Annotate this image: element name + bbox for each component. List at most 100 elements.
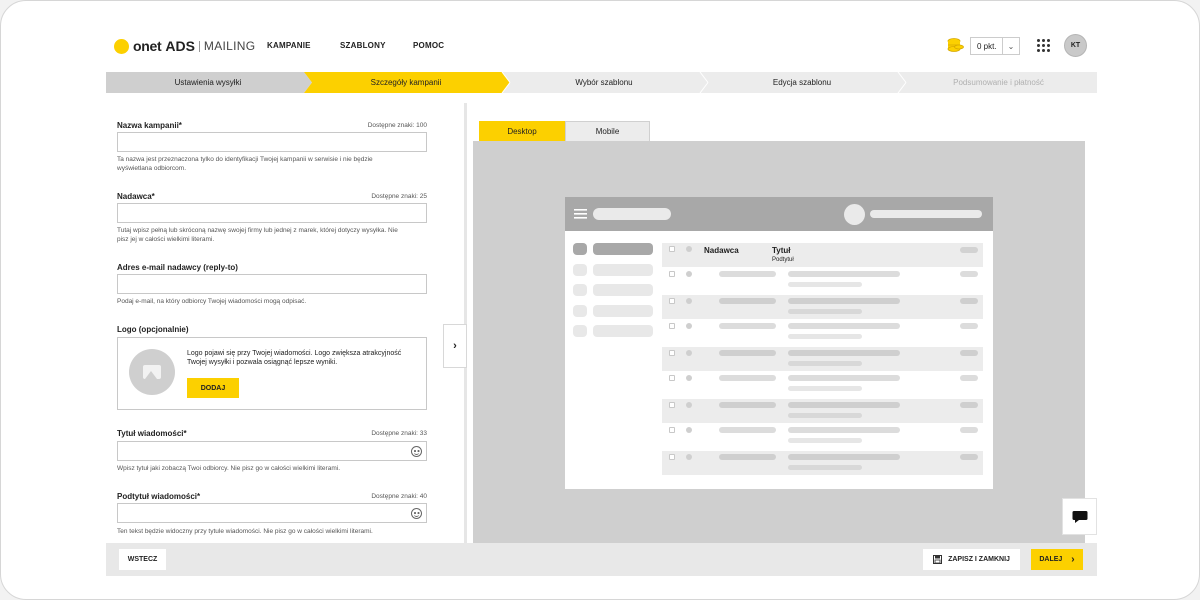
hamburger-icon bbox=[574, 209, 587, 219]
logo-upload-box: Logo pojawi się przy Twojej wiadomości. … bbox=[117, 337, 427, 410]
chevron-right-icon: › bbox=[1071, 554, 1075, 565]
mock-subtitle-bar bbox=[788, 361, 862, 366]
reply-to-input[interactable] bbox=[117, 274, 427, 294]
mock-sender-bar bbox=[719, 298, 776, 304]
mock-message-row bbox=[662, 425, 983, 449]
mock-sidebar-item bbox=[593, 325, 653, 337]
mock-date bbox=[960, 350, 978, 356]
mock-checkbox bbox=[669, 350, 675, 356]
avatar[interactable]: KT bbox=[1064, 34, 1087, 57]
mock-sidebar-icon bbox=[573, 243, 587, 255]
chat-button[interactable] bbox=[1062, 498, 1097, 535]
mock-title-bar bbox=[788, 375, 900, 381]
logo-product: MAILING bbox=[203, 39, 256, 53]
add-logo-button[interactable]: DODAJ bbox=[187, 378, 239, 398]
mock-message-row bbox=[662, 399, 983, 423]
mock-title-bar bbox=[788, 454, 900, 460]
mock-sidebar-item bbox=[593, 243, 653, 255]
reply-to-label: Adres e-mail nadawcy (reply-to) bbox=[117, 263, 238, 272]
mock-dot bbox=[686, 323, 692, 329]
mock-sender-bar bbox=[719, 427, 776, 433]
apps-grid-icon[interactable] bbox=[1037, 39, 1051, 53]
mock-sidebar-icon bbox=[573, 305, 587, 317]
mock-subtitle-bar bbox=[788, 282, 862, 287]
tab-mobile[interactable]: Mobile bbox=[565, 121, 650, 141]
mock-date bbox=[960, 271, 978, 277]
next-button[interactable]: DALEJ › bbox=[1031, 549, 1083, 570]
mock-subtitle-bar bbox=[788, 309, 862, 314]
inbox-mockup-header bbox=[565, 197, 993, 231]
mock-message-row bbox=[662, 321, 983, 345]
subtitle-help: Ten tekst będzie widoczny przy tytule wi… bbox=[117, 528, 373, 535]
tab-desktop[interactable]: Desktop bbox=[479, 121, 565, 141]
mock-date bbox=[960, 402, 978, 408]
mock-dot bbox=[686, 246, 692, 252]
sender-help: Tutaj wpisz pełną lub skróconą nazwę swo… bbox=[117, 227, 398, 243]
save-close-button[interactable]: ZAPISZ I ZAMKNIJ bbox=[923, 549, 1020, 570]
title-counter: Dostępne znaki: 33 bbox=[371, 430, 427, 437]
mock-checkbox bbox=[669, 323, 675, 329]
inbox-mockup: Nadawca Tytuł Podtytuł bbox=[565, 197, 993, 489]
mock-checkbox bbox=[669, 454, 675, 460]
points-dropdown[interactable]: 0 pkt. ⌄ bbox=[970, 37, 1020, 55]
mock-title-bar bbox=[788, 350, 900, 356]
step-ustawienia-wysylki[interactable]: Ustawienia wysyłki bbox=[108, 72, 308, 93]
mock-checkbox bbox=[669, 298, 675, 304]
mock-message-row bbox=[662, 347, 983, 371]
emoji-icon[interactable] bbox=[411, 446, 422, 457]
sender-counter: Dostępne znaki: 25 bbox=[371, 193, 427, 200]
mock-title-bar bbox=[788, 271, 900, 277]
logo-dot-icon bbox=[114, 38, 129, 54]
mock-date bbox=[960, 454, 978, 460]
step-wybor-szablonu[interactable]: Wybór szablonu bbox=[504, 72, 704, 93]
campaign-name-input[interactable] bbox=[117, 132, 427, 152]
sender-input[interactable] bbox=[117, 203, 427, 223]
sender-label: Nadawca* bbox=[117, 192, 155, 201]
subtitle-input[interactable] bbox=[117, 503, 427, 523]
emoji-icon[interactable] bbox=[411, 508, 422, 519]
nav-szablony[interactable]: SZABLONY bbox=[340, 41, 386, 50]
logo-separator bbox=[198, 40, 200, 52]
preview-message-row: Nadawca Tytuł Podtytuł bbox=[662, 243, 983, 267]
step-edycja-szablonu[interactable]: Edycja szablonu bbox=[702, 72, 902, 93]
nav-pomoc[interactable]: POMOC bbox=[413, 41, 444, 50]
logo-description: Logo pojawi się przy Twojej wiadomości. … bbox=[187, 350, 402, 366]
save-icon bbox=[933, 555, 943, 564]
chevron-right-icon[interactable]: › bbox=[443, 324, 467, 368]
mock-date bbox=[960, 427, 978, 433]
mock-message-row bbox=[662, 295, 983, 319]
mock-sender-bar bbox=[719, 323, 776, 329]
mock-title-bar bbox=[788, 402, 900, 408]
preview-subtitle: Podtytuł bbox=[772, 257, 794, 263]
mock-sidebar-item bbox=[593, 284, 653, 296]
mock-dot bbox=[686, 375, 692, 381]
back-button[interactable]: WSTECZ bbox=[119, 549, 166, 570]
mock-sidebar-icon bbox=[573, 325, 587, 337]
mock-title-bar bbox=[788, 298, 900, 304]
mock-search-bar bbox=[593, 208, 671, 220]
mock-subtitle-bar bbox=[788, 386, 862, 391]
mock-date bbox=[960, 298, 978, 304]
title-input[interactable] bbox=[117, 441, 427, 461]
mock-subtitle-bar bbox=[788, 438, 862, 443]
subtitle-label: Podtytuł wiadomości* bbox=[117, 492, 201, 501]
mock-sender-bar bbox=[719, 350, 776, 356]
reply-to-help: Podaj e-mail, na który odbiorcy Twojej w… bbox=[117, 298, 307, 305]
logo-label: Logo (opcjonalnie) bbox=[117, 325, 189, 334]
mock-date bbox=[960, 375, 978, 381]
mock-sidebar-icon bbox=[573, 264, 587, 276]
email-preview-area: Nadawca Tytuł Podtytuł bbox=[473, 141, 1085, 543]
mock-checkbox bbox=[669, 375, 675, 381]
mock-message-row bbox=[662, 451, 983, 475]
mock-sender-bar bbox=[719, 454, 776, 460]
app-logo[interactable]: onet ADS MAILING bbox=[114, 38, 255, 54]
panel-divider bbox=[464, 103, 467, 543]
mock-sidebar-item bbox=[593, 305, 653, 317]
mock-avatar bbox=[844, 204, 865, 225]
image-placeholder bbox=[129, 349, 175, 395]
points-value: 0 pkt. bbox=[977, 41, 997, 51]
nav-kampanie[interactable]: KAMPANIE bbox=[267, 41, 311, 50]
coins-icon[interactable] bbox=[946, 36, 964, 54]
mock-dot bbox=[686, 402, 692, 408]
step-szczegoly-kampanii[interactable]: Szczegóły kampanii bbox=[306, 72, 506, 93]
